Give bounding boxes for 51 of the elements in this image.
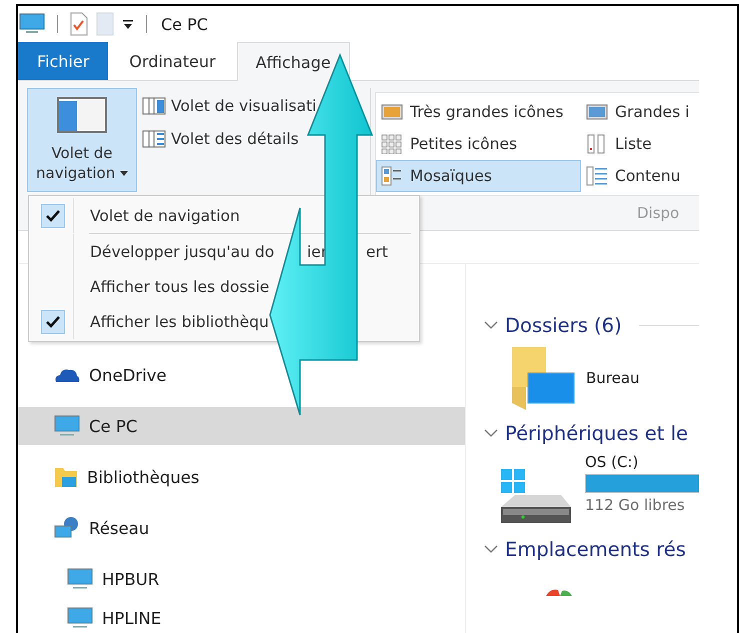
library-folder-icon [54,466,78,488]
section-heading: Périphériques et le [505,422,688,444]
nav-item[interactable]: HPBUR [18,560,465,598]
picture-view-icon [586,102,608,122]
pane-option[interactable]: Volet de visualisati [142,92,316,120]
menu-item[interactable]: Volet de navigation [29,198,419,233]
content-view-icon [586,166,608,186]
computer-icon [54,415,80,437]
layout-option[interactable]: Petites icônes [376,128,581,160]
network-icon [54,516,80,540]
pane-option[interactable]: Volet des détails [142,125,299,153]
ribbon-tab[interactable]: Affichage [236,42,350,81]
nav-item[interactable]: Ce PC [18,407,465,445]
computer-icon [67,607,93,629]
picture-view-icon [381,102,403,122]
customize-caret-icon[interactable] [122,18,134,30]
folder-name[interactable]: Bureau [586,369,640,387]
details-pane-icon [142,130,166,148]
group-label: Dispo [637,204,680,222]
layout-option[interactable]: Liste [581,128,699,160]
nav-item[interactable]: Bibliothèques [18,458,465,496]
tiles-view-icon [381,166,403,186]
drive-name[interactable]: OS (C:) [585,453,699,471]
menu-item[interactable]: Afficher les bibliothèqu [29,304,419,339]
nav-item[interactable]: OneDrive [18,356,465,394]
layout-option[interactable]: Mosaïques [376,160,581,192]
caret-icon [120,171,128,176]
menu-item[interactable]: Afficher tous les dossie [29,269,419,304]
layout-option[interactable]: Contenu [581,160,699,192]
preview-pane-icon [142,97,166,115]
nav-item[interactable]: HPLINE [18,599,465,633]
computer-icon [67,568,93,590]
navigation-pane-button[interactable]: Volet de navigation [27,88,137,192]
free-space-label: 112 Go libres [585,496,686,514]
layout-option[interactable]: Grandes i [581,96,699,128]
layout-option[interactable]: Très grandes icônes [376,96,581,128]
window-title: Ce PC [161,14,208,34]
section-heading: Dossiers (6) [505,314,622,336]
collapse-chevron-icon[interactable] [484,320,498,330]
properties-icon[interactable] [70,12,88,36]
collapse-chevron-icon[interactable] [484,544,498,554]
small-view-icon [381,134,403,154]
computer-icon [19,13,45,35]
ribbon-tab[interactable]: Fichier [18,42,108,80]
pane-layout-icon [57,97,107,133]
section-heading: Emplacements rés [505,538,686,560]
cloud-icon [54,367,80,383]
collapse-chevron-icon[interactable] [484,428,498,438]
nav-item[interactable]: Réseau [18,509,465,547]
desktop-folder-icon [510,345,576,411]
media-icon [544,588,574,596]
